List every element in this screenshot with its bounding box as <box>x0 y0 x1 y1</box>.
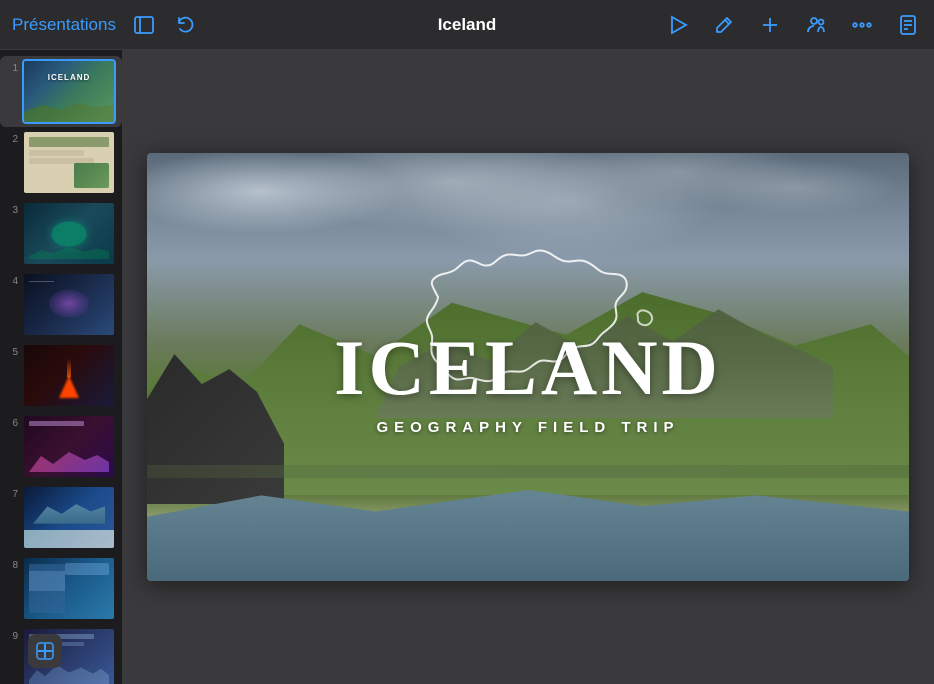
document-icon[interactable] <box>894 11 922 39</box>
slide-thumbnail <box>22 130 116 195</box>
toolbar-center: Iceland <box>315 15 618 35</box>
slide-number: 5 <box>2 347 18 358</box>
more-icon[interactable] <box>848 11 876 39</box>
slide-subtitle: GEOGRAPHY FIELD TRIP <box>334 419 722 436</box>
slide-item[interactable]: 4 ————— <box>0 269 122 340</box>
play-icon[interactable] <box>664 11 692 39</box>
slide-number: 8 <box>2 560 18 571</box>
document-title: Iceland <box>438 15 497 35</box>
undo-icon[interactable] <box>172 11 200 39</box>
slide-number: 3 <box>2 205 18 216</box>
toolbar-right <box>619 11 922 39</box>
slide-panel: 1 ICELAND 2 <box>0 50 122 684</box>
slide-thumbnail <box>22 201 116 266</box>
slide-text-group: ICELAND GEOGRAPHY FIELD TRIP <box>334 329 722 436</box>
slide-thumbnail <box>22 485 116 550</box>
slide-item[interactable]: 8 <box>0 553 122 624</box>
slide-number: 9 <box>2 631 18 642</box>
slide-thumbnail <box>22 556 116 621</box>
slide-item[interactable]: 6 <box>0 411 122 482</box>
slide-item[interactable]: 1 ICELAND <box>0 56 122 127</box>
slide-canvas: ICELAND GEOGRAPHY FIELD TRIP <box>147 153 909 581</box>
slide-thumbnail <box>22 414 116 479</box>
slide-number: 7 <box>2 489 18 500</box>
toolbar: Présentations Iceland <box>0 0 934 50</box>
slide-item[interactable]: 5 <box>0 340 122 411</box>
slide-thumbnail: ICELAND <box>22 59 116 124</box>
presentations-button[interactable]: Présentations <box>12 15 116 35</box>
collaborate-icon[interactable] <box>802 11 830 39</box>
main-area: 1 ICELAND 2 <box>0 50 934 684</box>
add-slide-button[interactable] <box>28 634 62 668</box>
slide-item[interactable]: 3 <box>0 198 122 269</box>
slide-item[interactable]: 7 <box>0 482 122 553</box>
slide-number: 6 <box>2 418 18 429</box>
slide-main-title: ICELAND <box>334 329 722 407</box>
slide-panel-container: 1 ICELAND 2 <box>0 50 122 684</box>
slide-number: 1 <box>2 63 18 74</box>
canvas-area: ICELAND GEOGRAPHY FIELD TRIP <box>122 50 934 684</box>
add-icon[interactable] <box>756 11 784 39</box>
slide-thumbnail: ————— <box>22 272 116 337</box>
sidebar-toggle-icon[interactable] <box>130 11 158 39</box>
slide-number: 4 <box>2 276 18 287</box>
toolbar-left: Présentations <box>12 11 315 39</box>
slide-item[interactable]: 2 <box>0 127 122 198</box>
slide-thumbnail <box>22 343 116 408</box>
annotate-icon[interactable] <box>710 11 738 39</box>
slide-number: 2 <box>2 134 18 145</box>
